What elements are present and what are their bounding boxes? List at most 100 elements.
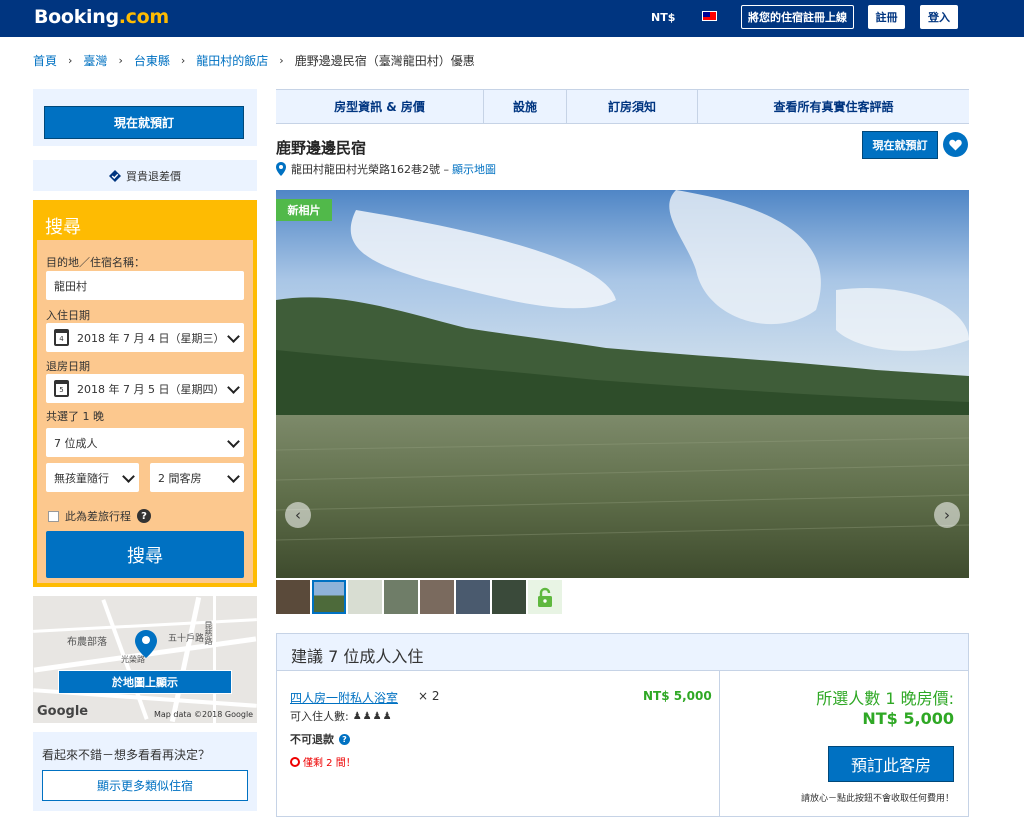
- room-details: 四人房一附私人浴室 × 2 NT$ 5,000 可入住人數: ♟♟♟♟ 不可退款…: [277, 671, 720, 816]
- rooms-left-text: 僅剩 2 間！: [303, 758, 356, 769]
- total-price: NT$ 5,000: [862, 709, 954, 728]
- breadcrumb: 首頁 › 臺灣 › 台東縣 › 龍田村的飯店 › 鹿野邊邊民宿（臺灣龍田村）優惠: [33, 52, 475, 69]
- non-refundable-text: 不可退款: [290, 733, 334, 746]
- hotel-address: 龍田村龍田村光榮路162巷2號 – 顯示地圖: [276, 161, 496, 177]
- search-button[interactable]: 搜尋: [46, 531, 244, 578]
- breadcrumb-current: 鹿野邊邊民宿（臺灣龍田村）優惠: [294, 54, 475, 68]
- map-preview[interactable]: 布農部落 五十戶路 光榮路 昆慈路 於地圖上顯示 Google Map data…: [33, 596, 257, 723]
- rooms-select[interactable]: 2 間客房: [150, 463, 244, 492]
- tab-guest-reviews[interactable]: 查看所有真實住客評語: [698, 90, 969, 123]
- property-tabs: 房型資訊 & 房價 設施 訂房須知 查看所有真實住客評語: [276, 89, 969, 124]
- person-icon: ♟♟♟♟: [352, 710, 393, 722]
- occupancy-row: 可入住人數: ♟♟♟♟: [290, 708, 393, 724]
- adults-select[interactable]: 7 位成人: [46, 428, 244, 457]
- chevron-down-icon: [227, 381, 240, 394]
- checkout-date-field[interactable]: 5 2018 年 7 月 5 日（星期四）: [46, 374, 244, 403]
- language-flag-icon[interactable]: [702, 11, 717, 21]
- adults-value: 7 位成人: [54, 436, 98, 450]
- checkin-date-value: 2018 年 7 月 4 日（星期三）: [77, 331, 225, 345]
- search-box: 搜尋 目的地／住宿名稱： 龍田村 入住日期 4 2018 年 7 月 4 日（星…: [33, 200, 257, 587]
- show-map-link[interactable]: 顯示地圖: [452, 161, 496, 177]
- clock-icon: [290, 756, 300, 767]
- children-select[interactable]: 無孩童隨行: [46, 463, 139, 492]
- new-photo-badge: 新相片: [276, 199, 332, 221]
- non-refundable-row: 不可退款 ?: [290, 731, 350, 747]
- destination-label: 目的地／住宿名稱：: [46, 256, 145, 269]
- chevron-down-icon: [227, 330, 240, 343]
- location-pin-icon: [276, 162, 286, 176]
- thumbnail[interactable]: [492, 580, 526, 614]
- google-logo: Google: [37, 704, 89, 719]
- list-property-button[interactable]: 將您的住宿註冊上線: [741, 5, 854, 29]
- chevron-down-icon: [122, 470, 135, 483]
- search-form: 目的地／住宿名稱： 龍田村 入住日期 4 2018 年 7 月 4 日（星期三）…: [37, 240, 253, 583]
- logo-suffix: .com: [118, 6, 169, 28]
- thumbnail[interactable]: [348, 580, 382, 614]
- breadcrumb-city-hotels[interactable]: 龍田村的飯店: [196, 52, 268, 69]
- breadcrumb-separator: ›: [118, 54, 123, 67]
- rooms-left-warning: 僅剩 2 間！: [290, 754, 356, 769]
- chevron-down-icon: [227, 435, 240, 448]
- save-to-wishlist-button[interactable]: [943, 132, 968, 157]
- help-icon[interactable]: ?: [339, 733, 350, 745]
- map-label: 五十戶路: [168, 634, 205, 644]
- thumbnail[interactable]: [312, 580, 346, 614]
- heart-icon: [949, 139, 962, 150]
- logo-text: Booking: [34, 6, 119, 28]
- help-icon[interactable]: ?: [137, 509, 151, 523]
- booking-logo[interactable]: Booking.com: [34, 6, 169, 28]
- sidebar-book-now-button[interactable]: 現在就預訂: [44, 106, 244, 139]
- breadcrumb-separator: ›: [180, 54, 186, 67]
- thumbnail[interactable]: [276, 580, 310, 614]
- show-on-map-button[interactable]: 於地圖上顯示: [58, 670, 232, 694]
- show-similar-button[interactable]: 顯示更多類似住宿: [42, 770, 248, 801]
- tab-rooms-prices[interactable]: 房型資訊 & 房價: [276, 90, 484, 123]
- business-trip-checkbox[interactable]: [48, 510, 59, 522]
- checkin-label: 入住日期: [46, 309, 90, 322]
- thumbnail[interactable]: [420, 580, 454, 614]
- reserve-now-button[interactable]: 現在就預訂: [862, 131, 938, 159]
- destination-input[interactable]: 龍田村: [46, 271, 244, 300]
- breadcrumb-country[interactable]: 臺灣: [83, 52, 107, 69]
- occupancy-label: 可入住人數:: [290, 710, 349, 723]
- total-price-label: 所選人數 1 晚房價:: [816, 689, 954, 708]
- tab-house-rules[interactable]: 訂房須知: [567, 90, 698, 123]
- calendar-icon: 5: [54, 380, 69, 397]
- calendar-icon: 4: [54, 329, 69, 346]
- map-label: 布農部落: [67, 637, 107, 648]
- login-button[interactable]: 登入: [920, 5, 958, 29]
- similar-prompt: 看起來不錯－想多看看再決定？: [42, 748, 211, 762]
- book-room-button[interactable]: 預訂此客房: [828, 746, 954, 782]
- similar-properties-panel: 看起來不錯－想多看看再決定？ 顯示更多類似住宿: [33, 732, 257, 811]
- currency-selector[interactable]: NT$: [651, 11, 675, 24]
- tab-facilities[interactable]: 設施: [484, 90, 567, 123]
- breadcrumb-separator: ›: [68, 54, 73, 67]
- business-trip-label: 此為差旅行程: [65, 510, 131, 523]
- top-navbar: Booking.com NT$ 將您的住宿註冊上線 註冊 登入: [0, 0, 1024, 37]
- thumbnail[interactable]: [384, 580, 418, 614]
- checkout-date-value: 2018 年 7 月 5 日（星期四）: [77, 382, 225, 396]
- search-title: 搜尋: [37, 204, 253, 240]
- room-name-link[interactable]: 四人房一附私人浴室: [290, 689, 398, 706]
- main-photo[interactable]: 新相片 ‹ ›: [276, 190, 969, 578]
- register-button[interactable]: 註冊: [868, 5, 905, 29]
- room-quantity: × 2: [418, 689, 440, 703]
- price-match-banner[interactable]: 買貴退差價: [33, 160, 257, 191]
- price-summary: 所選人數 1 晚房價: NT$ 5,000 預訂此客房 請放心－點此按鈕不會收取…: [720, 671, 968, 816]
- prev-photo-button[interactable]: ‹: [285, 502, 311, 528]
- breadcrumb-separator: ›: [279, 54, 284, 67]
- more-photos-lock[interactable]: [528, 580, 562, 614]
- calendar-day: 4: [59, 334, 64, 343]
- nights-count: 共選了 1 晚: [46, 410, 104, 423]
- badge-check-icon: [109, 169, 121, 182]
- business-trip-row: 此為差旅行程 ?: [48, 508, 151, 524]
- sidebar-book-panel: 現在就預訂: [33, 89, 257, 146]
- thumbnail[interactable]: [456, 580, 490, 614]
- photo-thumbnails: [276, 580, 562, 614]
- breadcrumb-home[interactable]: 首頁: [33, 52, 57, 69]
- calendar-day: 5: [59, 385, 64, 394]
- breadcrumb-county[interactable]: 台東縣: [134, 52, 170, 69]
- recommendation-title: 建議 7 位成人入住: [277, 634, 968, 671]
- checkin-date-field[interactable]: 4 2018 年 7 月 4 日（星期三）: [46, 323, 244, 352]
- next-photo-button[interactable]: ›: [934, 502, 960, 528]
